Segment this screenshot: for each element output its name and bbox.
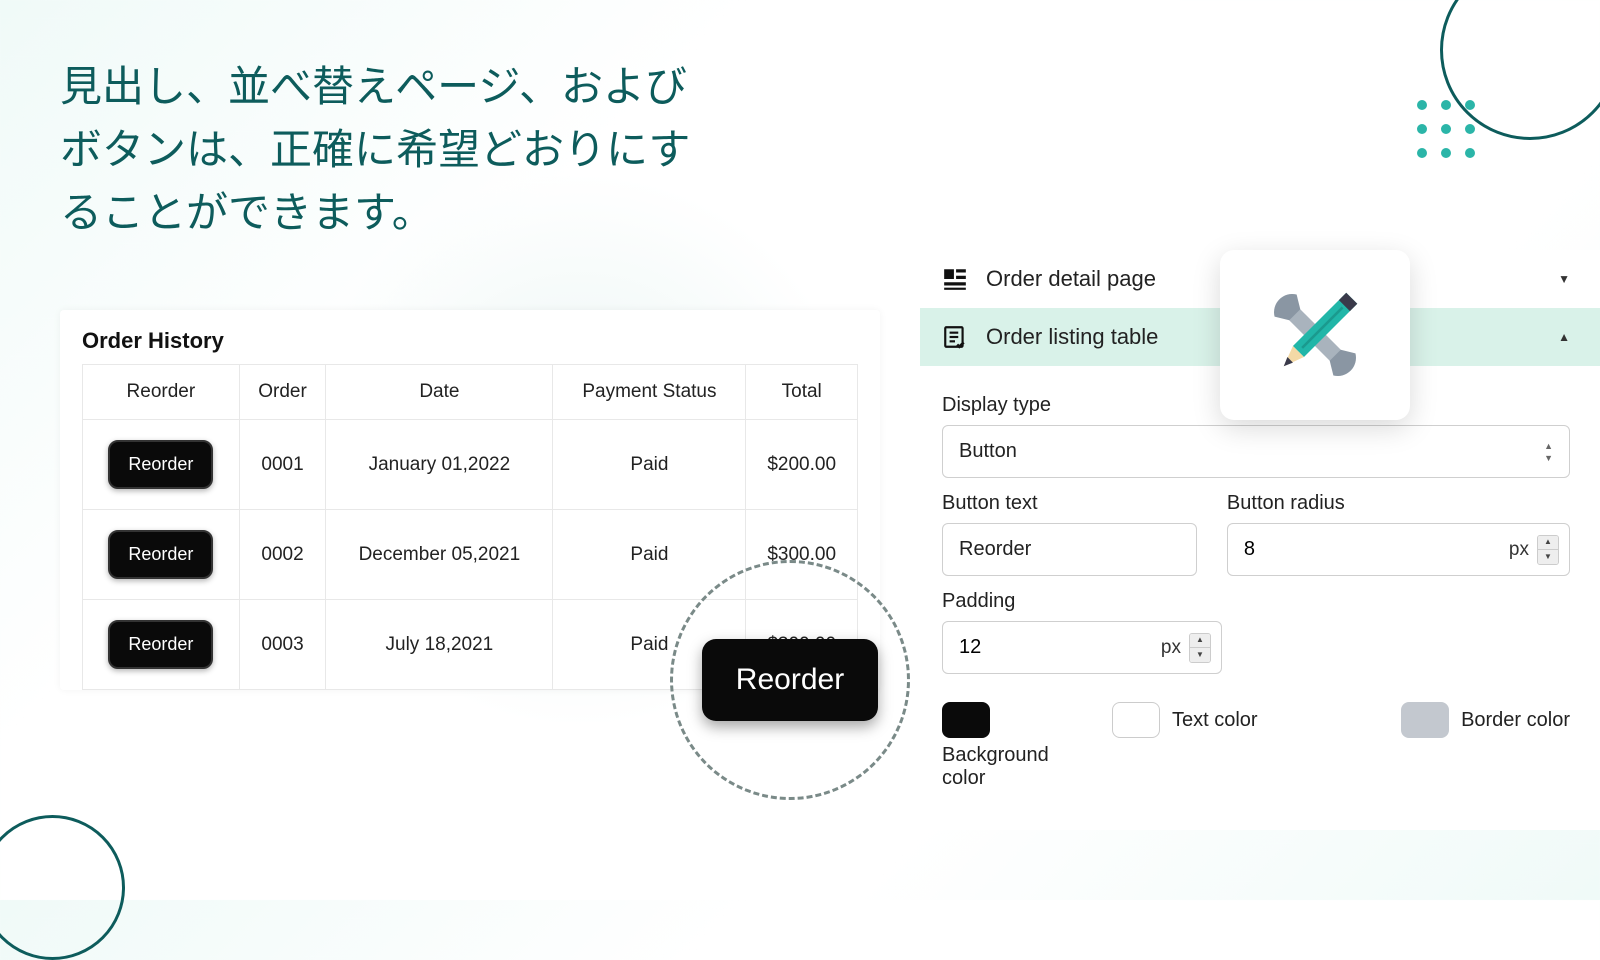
tools-card [1220, 250, 1410, 420]
select-caret-icon: ▲▼ [1544, 441, 1553, 463]
col-total: Total [746, 365, 858, 420]
cell-total: $200.00 [746, 420, 858, 510]
cell-order: 0003 [239, 600, 326, 690]
zoom-reorder-button[interactable]: Reorder [702, 639, 878, 721]
cell-order: 0001 [239, 420, 326, 510]
reorder-button[interactable]: Reorder [108, 620, 213, 669]
col-date: Date [326, 365, 553, 420]
order-history-title: Order History [82, 328, 858, 354]
page-heading: 見出し、並べ替えページ、およびボタンは、正確に希望どおりにすることができます。 [60, 55, 700, 244]
chevron-up-icon: ▲ [1558, 330, 1570, 344]
wrench-pencil-icon [1250, 270, 1380, 400]
padding-input-wrap: px ▲ ▼ [942, 621, 1222, 674]
border-color-label: Border color [1461, 709, 1570, 732]
zoom-highlight-circle: Reorder [670, 560, 910, 800]
select-value: Button [959, 440, 1017, 463]
spinner-down-button[interactable]: ▼ [1190, 648, 1210, 662]
background-color-item: Background color [942, 702, 1062, 790]
reorder-button[interactable]: Reorder [108, 530, 213, 579]
padding-input[interactable] [959, 622, 1161, 673]
decoration-dot-grid [1417, 100, 1475, 158]
radius-spinner: ▲ ▼ [1537, 535, 1559, 565]
reorder-button[interactable]: Reorder [108, 440, 213, 489]
cell-date: January 01,2022 [326, 420, 553, 510]
border-color-swatch[interactable] [1401, 702, 1449, 738]
padding-label: Padding [942, 590, 1222, 613]
panel-body: Display type Button ▲▼ Button text Butto… [920, 366, 1600, 790]
table-header-row: Reorder Order Date Payment Status Total [83, 365, 858, 420]
detail-page-icon [942, 266, 968, 292]
table-row: Reorder 0001 January 01,2022 Paid $200.0… [83, 420, 858, 510]
color-row: Background color Text color Border color [942, 702, 1570, 790]
button-radius-input-wrap: px ▲ ▼ [1227, 523, 1570, 576]
text-color-swatch[interactable] [1112, 702, 1160, 738]
nav-label: Order detail page [986, 266, 1156, 292]
button-radius-label: Button radius [1227, 492, 1570, 515]
cell-order: 0002 [239, 510, 326, 600]
col-order: Order [239, 365, 326, 420]
decoration-circle-bottom-left [0, 815, 125, 960]
unit-label: px [1161, 637, 1181, 659]
text-color-label: Text color [1172, 709, 1258, 732]
spinner-down-button[interactable]: ▼ [1538, 550, 1558, 564]
text-color-item: Text color [1112, 702, 1258, 738]
nav-label: Order listing table [986, 324, 1158, 350]
unit-label: px [1509, 539, 1529, 561]
button-radius-input[interactable] [1244, 524, 1509, 575]
padding-spinner: ▲ ▼ [1189, 633, 1211, 663]
col-payment-status: Payment Status [553, 365, 746, 420]
cell-status: Paid [553, 420, 746, 510]
background-color-label: Background color [942, 744, 1062, 790]
chevron-down-icon: ▼ [1558, 272, 1570, 286]
col-reorder: Reorder [83, 365, 240, 420]
spinner-up-button[interactable]: ▲ [1190, 634, 1210, 648]
button-text-label: Button text [942, 492, 1197, 515]
listing-table-icon [942, 324, 968, 350]
cell-date: December 05,2021 [326, 510, 553, 600]
border-color-item: Border color [1401, 702, 1570, 738]
background-color-swatch[interactable] [942, 702, 990, 738]
spinner-up-button[interactable]: ▲ [1538, 536, 1558, 550]
button-text-input[interactable] [942, 523, 1197, 576]
display-type-select[interactable]: Button ▲▼ [942, 425, 1570, 478]
cell-date: July 18,2021 [326, 600, 553, 690]
